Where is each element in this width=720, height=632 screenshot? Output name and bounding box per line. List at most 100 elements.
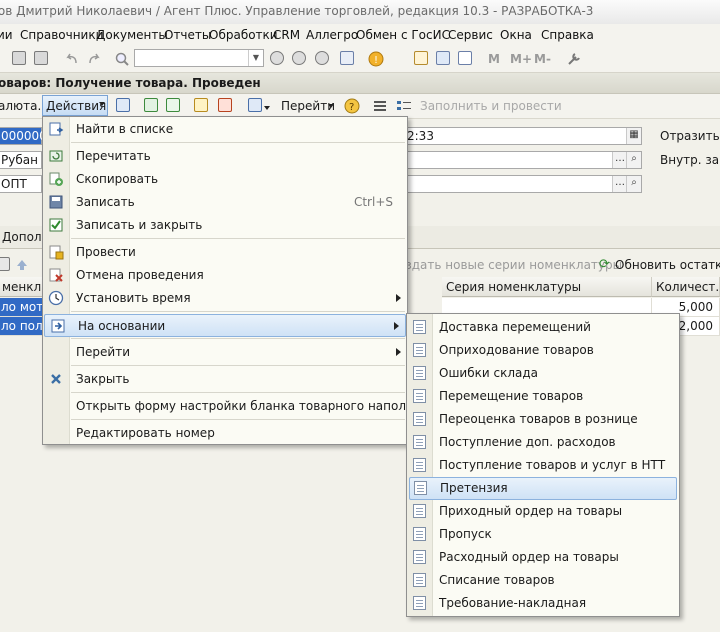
help-icon[interactable]: ? [344, 98, 360, 114]
main-toolbar: ▼ ! M M+ M- [0, 46, 720, 73]
menu-gosis-exchange[interactable]: Обмен с ГосИС [356, 28, 450, 42]
menu-reports[interactable]: Отчеты [164, 28, 211, 42]
refresh-stock-button[interactable]: Обновить остатки [615, 258, 720, 272]
submenu-item-delivery-transfers[interactable]: Доставка перемещений [407, 316, 679, 339]
menu-processing[interactable]: Обработки [209, 28, 278, 42]
menu-help[interactable]: Справка [541, 28, 594, 42]
submenu-item-incoming-order[interactable]: Приходный ордер на товары [407, 500, 679, 523]
menu-item-open-fill-settings[interactable]: Открыть форму настройки бланка товарного… [43, 395, 444, 418]
date-field[interactable]: 2:33 ▦ [404, 127, 642, 145]
calendar-icon[interactable]: ▦ [626, 128, 641, 144]
post-icon[interactable] [194, 98, 210, 114]
menu-item-save-and-close[interactable]: Записать и закрыть [43, 214, 407, 237]
windows-icon[interactable] [340, 51, 356, 67]
submenu-item-write-off[interactable]: Списание товаров [407, 569, 679, 592]
memory-store-button[interactable]: M [488, 52, 500, 66]
move-up-icon[interactable] [14, 257, 30, 273]
menu-item-find-in-list[interactable]: Найти в списке [43, 118, 407, 141]
column-header-quantity[interactable]: Количест... [652, 277, 720, 297]
price-type-field[interactable]: ОПТ [0, 175, 42, 193]
actions-button[interactable]: Действия [42, 95, 108, 116]
refresh-icon[interactable]: ⟳ [599, 257, 610, 272]
undo-icon[interactable] [64, 51, 80, 67]
menu-operations[interactable]: ии [0, 28, 13, 42]
menu-item-save[interactable]: Записать Ctrl+S [43, 191, 407, 214]
calculator-icon[interactable] [436, 51, 452, 67]
row-name[interactable]: ло полу [0, 317, 44, 336]
number-value: 000000 [1, 129, 47, 143]
submenu-item-warehouse-errors[interactable]: Ошибки склада [407, 362, 679, 385]
fill-icon[interactable] [396, 98, 412, 114]
menu-catalogs[interactable]: Справочники [20, 28, 103, 42]
print-preview-icon[interactable] [34, 51, 50, 67]
contract-field[interactable]: … ⌕ [404, 175, 642, 193]
memory-add-button[interactable]: M+ [510, 52, 532, 66]
copy-icon[interactable] [166, 98, 182, 114]
goto-button[interactable]: Перейти [281, 99, 335, 113]
document-icon [413, 527, 426, 541]
based-on-icon[interactable] [248, 98, 264, 114]
menu-item-goto[interactable]: Перейти [43, 341, 407, 364]
menu-windows[interactable]: Окна [500, 28, 532, 42]
menu-item-edit-number[interactable]: Редактировать номер [43, 422, 407, 445]
settings-icon[interactable] [566, 51, 582, 67]
chevron-down-icon[interactable] [328, 104, 334, 108]
submenu-item-additional-expenses[interactable]: Поступление доп. расходов [407, 431, 679, 454]
search-icon[interactable] [114, 51, 130, 67]
number-field[interactable]: 000000 [0, 127, 47, 145]
ellipsis-icon[interactable]: … [612, 152, 627, 168]
copy-icon [48, 171, 64, 187]
search-prev-icon[interactable] [292, 51, 308, 67]
menu-item-cancel-posting[interactable]: Отмена проведения [43, 264, 407, 287]
date-value: 2:33 [407, 129, 434, 143]
menu-allegro[interactable]: Аллегро [306, 28, 358, 42]
submenu-item-pass[interactable]: Пропуск [407, 523, 679, 546]
menu-item-based-on[interactable]: На основании [44, 314, 406, 337]
menu-documents[interactable]: Документы [96, 28, 168, 42]
menu-crm[interactable]: CRM [273, 28, 300, 42]
menu-item-close[interactable]: Закрыть [43, 368, 407, 391]
column-header-nomenclature[interactable]: менклатура [0, 277, 44, 297]
table-icon[interactable] [458, 51, 474, 67]
submenu-item-claim[interactable]: Претензия [409, 477, 677, 500]
fill-and-post-button[interactable]: Заполнить и провести [420, 99, 562, 113]
menu-service[interactable]: Сервис [448, 28, 493, 42]
search-icon[interactable]: ⌕ [626, 152, 641, 168]
chevron-down-icon[interactable] [264, 106, 270, 110]
search-combo-input[interactable]: ▼ [134, 49, 264, 67]
reread-icon[interactable] [144, 98, 160, 114]
submenu-item-goods-services-ntt[interactable]: Поступление товаров и услуг в НТТ [407, 454, 679, 477]
redo-icon[interactable] [86, 51, 102, 67]
menu-item-copy[interactable]: Скопировать [43, 168, 407, 191]
memory-subtract-button[interactable]: M- [534, 52, 551, 66]
submenu-item-outgoing-order[interactable]: Расходный ордер на товары [407, 546, 679, 569]
based-on-submenu: Доставка перемещений Оприходование товар… [406, 313, 680, 617]
menu-separator [71, 311, 405, 312]
print-icon[interactable] [12, 51, 28, 67]
responsible-field[interactable]: Рубан О. [0, 151, 55, 169]
column-header-series[interactable]: Серия номенклатуры [442, 277, 652, 297]
menu-item-post[interactable]: Провести [43, 241, 407, 264]
save-close-icon [48, 217, 64, 233]
submenu-item-retail-revaluation[interactable]: Переоценка товаров в рознице [407, 408, 679, 431]
search-next-icon[interactable] [270, 51, 286, 67]
submenu-item-goods-transfer[interactable]: Перемещение товаров [407, 385, 679, 408]
main-menu-bar: ии Справочники Документы Отчеты Обработк… [0, 24, 720, 47]
menu-item-set-time[interactable]: Установить время [43, 287, 407, 310]
ellipsis-icon[interactable]: … [612, 176, 627, 192]
calendar-icon[interactable] [414, 51, 430, 67]
create-series-button[interactable]: оздать новые серии номенклатуры [398, 258, 622, 272]
table-toolbar-icon[interactable] [0, 257, 12, 273]
navigate-icon[interactable] [116, 98, 132, 114]
row-name[interactable]: ло мото [0, 298, 44, 317]
submenu-item-requisition[interactable]: Требование-накладная [407, 592, 679, 615]
list-settings-icon[interactable] [372, 98, 388, 114]
chevron-down-icon[interactable]: ▼ [248, 50, 263, 66]
submenu-item-goods-receipt-posting[interactable]: Оприходование товаров [407, 339, 679, 362]
search-icon[interactable]: ⌕ [626, 176, 641, 192]
menu-item-reread[interactable]: Перечитать [43, 145, 407, 168]
counterparty-field[interactable]: … ⌕ [404, 151, 642, 169]
unpost-icon[interactable] [218, 98, 234, 114]
search-all-icon[interactable] [315, 51, 331, 67]
info-icon[interactable]: ! [368, 51, 384, 67]
